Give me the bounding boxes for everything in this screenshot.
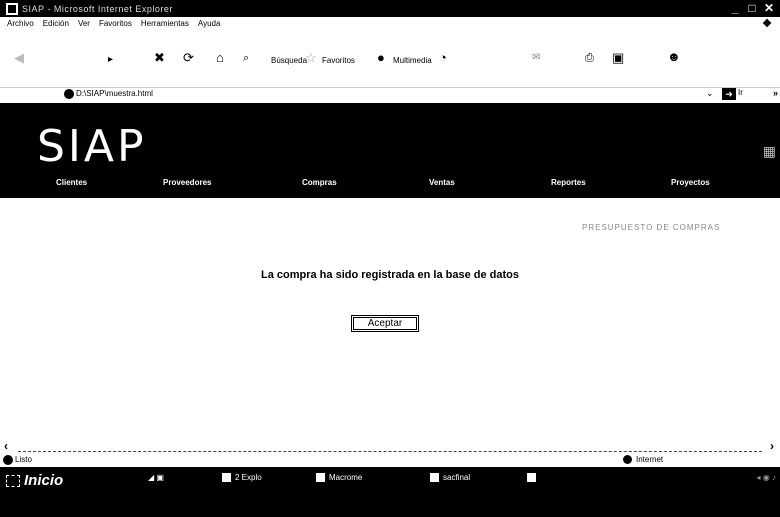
address-input[interactable]: D:\SIAP\muestra.html (76, 89, 153, 98)
status-page-icon (3, 455, 13, 465)
taskbar-item-macromedia[interactable]: Macrome (316, 473, 363, 483)
task-label: Macrome (329, 473, 363, 482)
taskbar-item-sacfinal[interactable]: sacfinal (430, 473, 471, 483)
menu-edicion[interactable]: Edición (43, 19, 69, 28)
menu-favoritos[interactable]: Favoritos (99, 19, 132, 28)
nav-clientes[interactable]: Clientes (56, 178, 87, 187)
zone-text: Internet (636, 455, 664, 464)
back-icon[interactable]: ◀ (14, 50, 24, 66)
history-icon[interactable]: ◔ (439, 50, 447, 65)
status-bar: Listo Internet (0, 453, 780, 467)
minimize-button[interactable]: _ (728, 1, 742, 15)
confirmation-message: La compra ha sido registrada en la base … (0, 269, 780, 281)
window-controls: _ □ ✕ (728, 1, 776, 15)
nav-proyectos[interactable]: Proyectos (671, 178, 710, 187)
title-bar: SIAP - Microsoft Internet Explorer _ □ ✕ (0, 0, 780, 17)
scroll-right-icon[interactable]: › (770, 439, 774, 453)
messenger-icon[interactable]: ☻ (667, 49, 681, 64)
scroll-track[interactable] (18, 451, 762, 452)
accept-button[interactable]: Aceptar (351, 315, 419, 332)
search-icon[interactable]: ⌕ (243, 52, 249, 65)
nav-reportes[interactable]: Reportes (551, 178, 586, 187)
close-button[interactable]: ✕ (762, 1, 776, 15)
go-arrow-icon[interactable]: ➜ (722, 88, 736, 100)
breadcrumb: PRESUPUESTO DE COMPRAS (582, 223, 721, 232)
scroll-left-icon[interactable]: ‹ (4, 439, 8, 453)
favorites-label[interactable]: Favoritos (322, 56, 355, 65)
site-header: SIAP ▦ Clientes Proveedores Compras Vent… (0, 103, 780, 198)
folder-icon (222, 473, 231, 483)
windows-flag-icon (6, 475, 20, 487)
internet-zone-icon (623, 455, 632, 464)
site-logo: SIAP (37, 121, 147, 172)
menu-ayuda[interactable]: Ayuda (198, 19, 221, 28)
edit-icon[interactable]: ▣ (612, 50, 624, 66)
menu-herramientas[interactable]: Herramientas (141, 19, 189, 28)
menu-bar: Archivo Edición Ver Favoritos Herramient… (0, 17, 780, 30)
taskbar: Inicio ◢ ▣ 2 Explo Macrome sacfinal ◂ ◉ … (0, 467, 780, 517)
chevron-down-icon[interactable]: ⌄ (706, 88, 714, 99)
ie-task-icon (527, 473, 536, 483)
home-icon[interactable]: ⌂ (216, 50, 224, 65)
multimedia-label[interactable]: Multimedia (393, 56, 432, 65)
page-content: SIAP ▦ Clientes Proveedores Compras Vent… (0, 103, 780, 453)
maximize-button[interactable]: □ (745, 1, 759, 15)
nav-ventas[interactable]: Ventas (429, 178, 455, 187)
toolbar: ◀ ▸ ✖ ⟳ ⌂ ⌕ Búsqueda ☆ Favoritos ● Multi… (0, 30, 780, 88)
print-icon[interactable]: ⎙ (585, 52, 594, 65)
menu-ver[interactable]: Ver (78, 19, 90, 28)
quicklaunch-icons[interactable]: ◢ ▣ (148, 473, 164, 482)
windows-logo-icon: ❖ (762, 18, 772, 30)
stop-icon[interactable]: ✖ (154, 50, 165, 66)
task-label: sacfinal (443, 473, 471, 482)
forward-icon[interactable]: ▸ (108, 54, 113, 65)
start-button[interactable]: Inicio (2, 471, 100, 491)
favorites-star-icon[interactable]: ☆ (305, 50, 317, 66)
site-nav: Clientes Proveedores Compras Ventas Repo… (0, 176, 780, 194)
taskbar-item-explorer[interactable]: 2 Explo (222, 473, 262, 483)
header-mark-icon: ▦ (762, 143, 776, 159)
horizontal-scrollbar[interactable]: ‹ › (0, 439, 780, 453)
go-button[interactable]: Ir (738, 88, 743, 97)
word-doc-icon (430, 473, 439, 483)
multimedia-icon[interactable]: ● (377, 50, 385, 65)
taskbar-item-ie[interactable] (527, 473, 540, 483)
nav-proveedores[interactable]: Proveedores (163, 178, 211, 187)
nav-compras[interactable]: Compras (302, 178, 337, 187)
address-bar: D:\SIAP\muestra.html ⌄ ➜ Ir » (0, 88, 780, 102)
start-label: Inicio (24, 472, 64, 489)
ie-icon (6, 2, 18, 15)
macromedia-icon (316, 473, 325, 483)
system-tray: ◂ ◉ ♪ (756, 473, 776, 482)
links-chevron-icon[interactable]: » (773, 88, 778, 98)
task-label: 2 Explo (235, 473, 262, 482)
menu-archivo[interactable]: Archivo (7, 19, 34, 28)
mail-icon[interactable]: ✉ (532, 52, 540, 63)
page-icon (64, 89, 74, 99)
confirmation-text: La compra ha sido registrada en la base … (261, 269, 519, 281)
search-label[interactable]: Búsqueda (271, 56, 307, 65)
status-text: Listo (15, 455, 32, 464)
window-title: SIAP - Microsoft Internet Explorer (22, 3, 173, 14)
refresh-icon[interactable]: ⟳ (183, 50, 194, 66)
